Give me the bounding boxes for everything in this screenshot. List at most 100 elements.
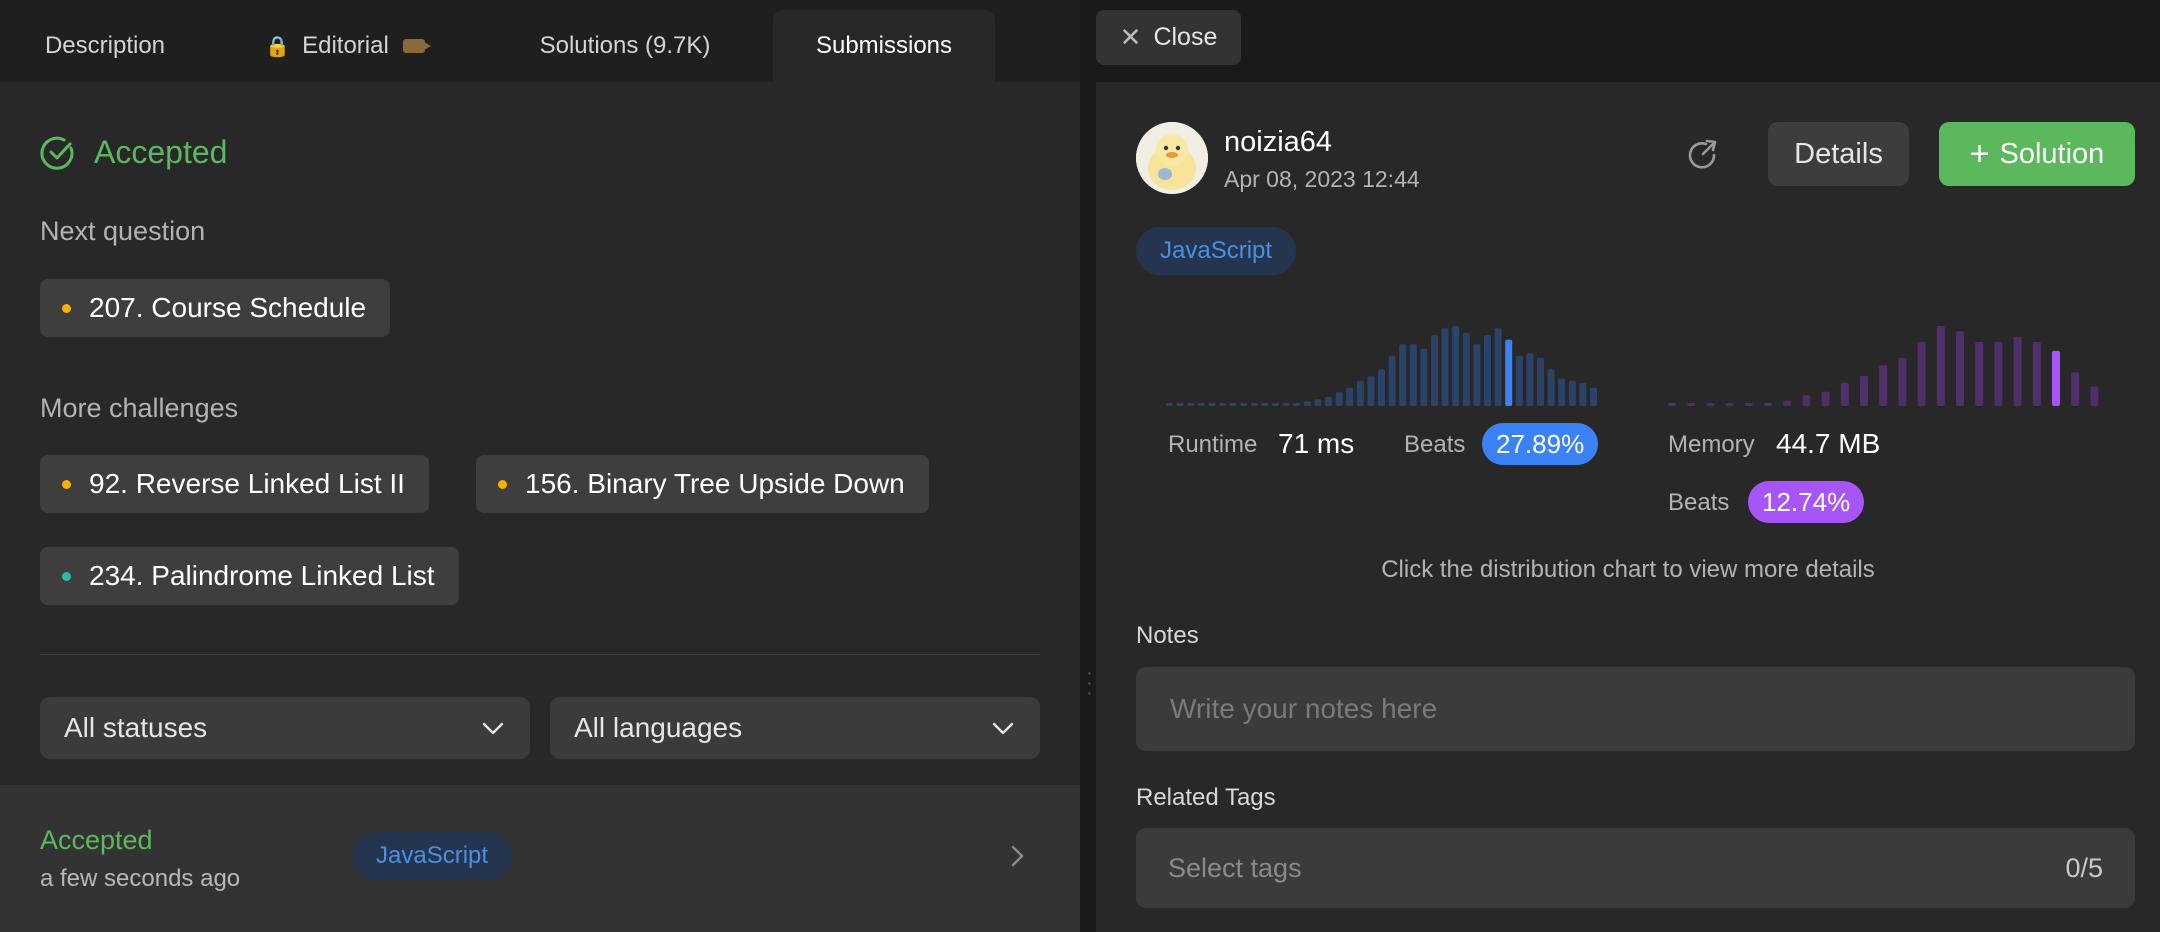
- add-solution-button[interactable]: + Solution: [1939, 122, 2135, 186]
- distribution-bar[interactable]: [1399, 344, 1407, 406]
- distribution-bar[interactable]: [1166, 403, 1173, 406]
- distribution-bar[interactable]: [1590, 387, 1597, 406]
- drag-handle-icon[interactable]: · · ·: [1086, 663, 1093, 703]
- distribution-bar[interactable]: [1388, 355, 1396, 406]
- submission-row[interactable]: Accepted a few seconds ago JavaScript: [0, 785, 1080, 932]
- distribution-bar[interactable]: [1956, 331, 1964, 406]
- distribution-bar[interactable]: [1860, 375, 1868, 406]
- distribution-bar[interactable]: [2071, 372, 2080, 406]
- distribution-bar[interactable]: [1898, 358, 1907, 406]
- distribution-bar[interactable]: [1346, 387, 1354, 406]
- distribution-bar[interactable]: [1744, 403, 1753, 406]
- tab-editorial[interactable]: 🔒 Editorial: [210, 10, 480, 82]
- distribution-bar[interactable]: [1687, 403, 1696, 406]
- distribution-bar[interactable]: [1783, 400, 1792, 406]
- status-filter-select[interactable]: All statuses: [40, 697, 530, 759]
- distribution-bar[interactable]: [2032, 342, 2041, 406]
- next-question-chip[interactable]: 207. Course Schedule: [40, 279, 391, 337]
- tags-select[interactable]: Select tags 0/5: [1136, 828, 2135, 908]
- distribution-bar[interactable]: [1484, 335, 1491, 406]
- distribution-bar[interactable]: [2013, 336, 2022, 406]
- distribution-bar[interactable]: [1261, 403, 1269, 406]
- distribution-bar[interactable]: [1441, 328, 1449, 406]
- tab-solutions[interactable]: Solutions (9.7K): [480, 10, 770, 82]
- distribution-bar[interactable]: [1558, 378, 1566, 406]
- distribution-bar[interactable]: [1378, 369, 1385, 406]
- distribution-bar[interactable]: [1917, 342, 1926, 406]
- challenge-chip[interactable]: 234. Palindrome Linked List: [40, 547, 459, 605]
- distribution-bar[interactable]: [1706, 403, 1715, 406]
- distribution-bar[interactable]: [1282, 403, 1290, 406]
- distribution-bar[interactable]: [1547, 369, 1555, 406]
- memory-distribution-chart[interactable]: [1668, 322, 2104, 406]
- distribution-bar[interactable]: [1420, 348, 1428, 406]
- language-badge: JavaScript: [1136, 227, 1297, 275]
- distribution-bar[interactable]: [1537, 358, 1544, 406]
- distribution-bar[interactable]: [1473, 344, 1481, 406]
- distribution-bar[interactable]: [1821, 391, 1830, 406]
- distribution-bar[interactable]: [1409, 344, 1417, 406]
- distribution-bar[interactable]: [1303, 401, 1311, 406]
- submission-detail-panel: noizia64 Apr 08, 2023 12:44 Details + So…: [1096, 82, 2160, 932]
- avatar[interactable]: [1136, 122, 1208, 194]
- divider: [40, 654, 1040, 655]
- result-status: Accepted: [94, 134, 228, 170]
- distribution-bar[interactable]: [1250, 403, 1258, 406]
- distribution-bar[interactable]: [1840, 382, 1849, 406]
- distribution-bar[interactable]: [1272, 403, 1279, 406]
- distribution-bar[interactable]: [1579, 383, 1587, 406]
- tab-description[interactable]: Description: [0, 10, 210, 82]
- distribution-bar[interactable]: [1802, 395, 1811, 406]
- distribution-bar[interactable]: [1197, 403, 1205, 406]
- distribution-bar[interactable]: [1187, 403, 1195, 406]
- distribution-bar[interactable]: [1668, 403, 1676, 406]
- distribution-bar[interactable]: [1335, 392, 1343, 406]
- distribution-bar[interactable]: [1325, 396, 1332, 406]
- distribution-bar[interactable]: [1764, 403, 1772, 406]
- distribution-bar[interactable]: [1367, 376, 1375, 406]
- distribution-bar[interactable]: [1229, 403, 1237, 406]
- distribution-bar[interactable]: [1936, 326, 1945, 406]
- distribution-bar[interactable]: [1505, 339, 1513, 406]
- distribution-bar[interactable]: [1725, 403, 1734, 406]
- close-icon: ✕: [1119, 22, 1142, 52]
- next-question-label: Next question: [40, 216, 206, 246]
- distribution-bar[interactable]: [1462, 332, 1470, 406]
- tags-count: 0/5: [2065, 852, 2103, 883]
- duck-avatar-icon: [1136, 122, 1208, 194]
- runtime-value: 71 ms: [1278, 428, 1355, 459]
- distribution-bar[interactable]: [2090, 386, 2099, 406]
- distribution-bar[interactable]: [1526, 353, 1534, 406]
- close-button[interactable]: ✕ Close: [1096, 10, 1241, 65]
- distribution-bar[interactable]: [1568, 380, 1576, 406]
- challenge-chip[interactable]: 92. Reverse Linked List II: [40, 455, 429, 513]
- difficulty-dot: [62, 479, 71, 489]
- distribution-bar[interactable]: [2052, 350, 2060, 406]
- panel-splitter[interactable]: [1080, 0, 1096, 932]
- language-filter-select[interactable]: All languages: [550, 697, 1040, 759]
- share-icon[interactable]: [1684, 137, 1720, 173]
- challenge-chip[interactable]: 156. Binary Tree Upside Down: [476, 455, 929, 513]
- tab-bar: Description 🔒 Editorial Solutions (9.7K)…: [0, 0, 1080, 82]
- username[interactable]: noizia64: [1224, 126, 1332, 159]
- distribution-bar[interactable]: [1431, 335, 1438, 406]
- distribution-bar[interactable]: [1879, 365, 1888, 406]
- details-button[interactable]: Details: [1768, 122, 1909, 186]
- difficulty-dot: [62, 571, 71, 581]
- distribution-bar[interactable]: [1994, 342, 2003, 406]
- runtime-distribution-chart[interactable]: [1166, 322, 1602, 406]
- notes-input[interactable]: Write your notes here: [1136, 667, 2135, 751]
- tab-submissions[interactable]: Submissions: [773, 10, 995, 82]
- distribution-bar[interactable]: [1494, 328, 1502, 406]
- distribution-bar[interactable]: [1208, 403, 1216, 406]
- distribution-bar[interactable]: [1293, 403, 1301, 406]
- distribution-bar[interactable]: [1356, 380, 1364, 406]
- distribution-bar[interactable]: [1176, 403, 1184, 406]
- distribution-bar[interactable]: [1314, 399, 1322, 406]
- distribution-bar[interactable]: [1219, 403, 1226, 406]
- submission-time: a few seconds ago: [40, 865, 241, 892]
- distribution-bar[interactable]: [1240, 403, 1248, 406]
- distribution-bar[interactable]: [1515, 355, 1523, 406]
- distribution-bar[interactable]: [1975, 342, 1984, 406]
- distribution-bar[interactable]: [1452, 326, 1460, 406]
